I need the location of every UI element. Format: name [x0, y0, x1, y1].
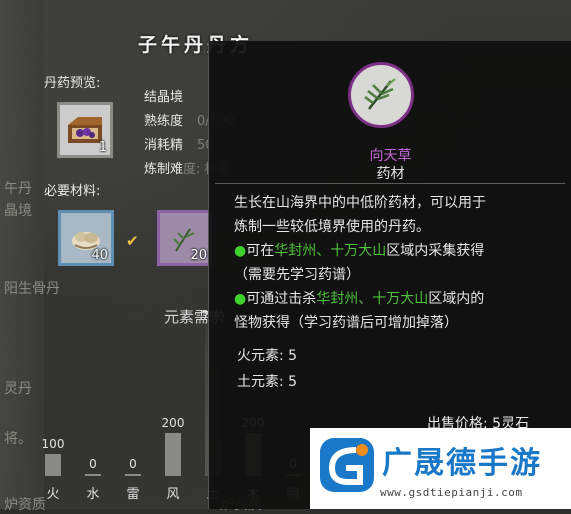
material-slot-1[interactable]: 40 — [58, 210, 114, 266]
ghost-recipe-realm: 晶境 — [4, 203, 32, 219]
herb-icon — [364, 78, 396, 110]
element-bar-1 — [85, 474, 101, 476]
gather-location-line: ●可在华封州、十万大山区域内采集获得 — [234, 239, 564, 263]
realm-stat: 结晶境 — [144, 90, 184, 105]
element-value-0: 100 — [41, 437, 65, 451]
element-bar-0 — [45, 454, 61, 476]
element-value-1: 0 — [89, 457, 97, 471]
element-name-0: 火 — [46, 487, 60, 502]
herb-portrait — [348, 62, 414, 128]
materials-label: 必要材料: — [44, 184, 101, 199]
bullet-icon: ● — [234, 243, 247, 259]
element-value-2: 0 — [129, 457, 137, 471]
tooltip-item-name: 向天草 — [369, 148, 412, 164]
desc-line-2: 炼制一些较低境界使用的丹药。 — [234, 219, 430, 235]
fire-element-value: 火元素: 5 — [237, 348, 298, 364]
consume-stat: 消耗精 50 — [144, 134, 214, 153]
ghost-text: 将。 — [4, 431, 32, 447]
brand-url: www.gsdtiepianji.com — [380, 486, 523, 499]
brand-logo-icon — [320, 438, 374, 492]
difficulty-label: 炼制难 — [144, 162, 184, 177]
drop-suffix: 区域内的 — [428, 291, 485, 307]
proficiency-label: 熟练度 — [144, 114, 184, 129]
pill-preview-label: 丹药预览: — [44, 76, 101, 91]
material-2-count: 20 — [190, 248, 207, 263]
bullet-icon: ● — [234, 291, 247, 307]
element-bar-2 — [125, 474, 141, 476]
check-icon: ✔ — [126, 232, 139, 250]
gather-note: （需要先学习药谱） — [234, 267, 360, 283]
pill-preview-count: 1 — [98, 140, 107, 155]
ghost-recipe-name-3: 灵丹 — [4, 381, 32, 397]
element-name-2: 雷 — [126, 487, 140, 502]
brand-title: 广晟德手游 — [382, 446, 542, 481]
tooltip-item-type: 药材 — [376, 166, 405, 182]
element-name-3: 风 — [166, 487, 180, 502]
desc-line-1: 生长在山海界中的中低阶药材，可以用于 — [234, 195, 486, 211]
pill-preview-slot[interactable]: 1 — [57, 102, 113, 158]
gather-suffix: 区域内采集获得 — [386, 243, 485, 259]
element-name-1: 水 — [86, 487, 100, 502]
tooltip-description: 生长在山海界中的中低阶药材，可以用于 炼制一些较低境界使用的丹药。 ●可在华封州… — [234, 191, 564, 335]
material-1-count: 40 — [91, 248, 108, 263]
drop-location-line: ●可通过击杀华封州、十万大山区域内的 — [234, 287, 564, 311]
gather-prefix: 可在 — [246, 243, 275, 259]
element-bar-3 — [165, 433, 181, 476]
drop-place: 华封州、十万大山 — [316, 291, 429, 307]
consume-label: 消耗精 — [144, 138, 184, 153]
tooltip-divider — [215, 183, 565, 184]
drop-prefix: 可通过击杀 — [246, 291, 317, 307]
drop-note: 怪物获得（学习药谱后可增加掉落） — [234, 315, 458, 331]
ghost-recipe-name-2: 阳生骨丹 — [4, 281, 60, 297]
gather-place: 华封州、十万大山 — [274, 243, 387, 259]
earth-element-value: 土元素: 5 — [237, 374, 298, 390]
site-watermark: 广晟德手游 www.gsdtiepianji.com — [310, 428, 571, 509]
material-slot-2[interactable]: 20 — [157, 210, 213, 266]
ghost-recipe-name: 午丹 — [4, 181, 32, 197]
element-value-3: 200 — [161, 416, 185, 430]
